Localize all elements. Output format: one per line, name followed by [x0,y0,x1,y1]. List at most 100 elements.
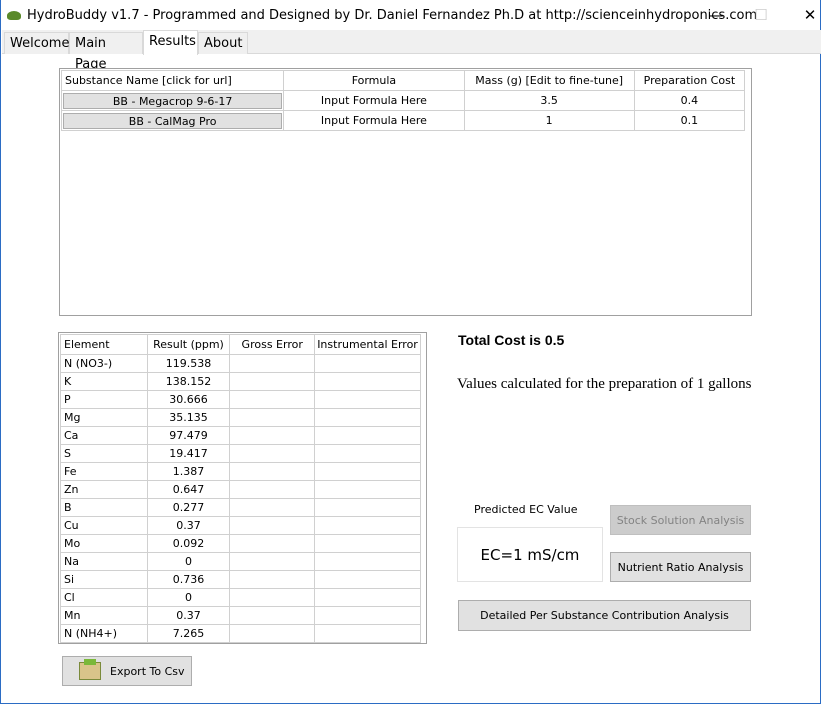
instrumental-error-cell [314,534,421,553]
element-row: Cl 0 [60,588,421,607]
export-box-icon [79,659,101,680]
gross-error-cell [229,444,316,463]
element-name-cell: Mn [60,606,148,625]
element-result-cell: 0.277 [146,498,231,517]
element-row: Si 0.736 [60,570,421,589]
element-row: Mg 35.135 [60,408,421,427]
instrumental-error-cell [314,570,421,589]
element-row: N (NH4+) 7.265 [60,624,421,643]
element-name-cell: Mg [60,408,148,427]
mass-cell[interactable]: 1 [463,110,635,131]
instrumental-error-cell [314,462,421,481]
instrumental-error-cell [314,408,421,427]
app-logo-icon [7,10,21,20]
gross-error-cell [229,426,316,445]
element-name-cell: N (NH4+) [60,624,148,643]
instrumental-error-cell [314,444,421,463]
ec-label: Predicted EC Value [474,503,578,516]
element-row: Mn 0.37 [60,606,421,625]
element-name-cell: P [60,390,148,409]
gross-error-cell [229,354,316,373]
cost-cell: 0.1 [633,110,746,131]
values-note: Values calculated for the preparation of… [457,376,752,392]
element-name-cell: Na [60,552,148,571]
substances-grid[interactable]: Substance Name [click for url] Formula M… [59,68,752,316]
gross-error-cell [229,606,316,625]
tab-bar: Welcome Main Page Results About [2,30,821,72]
element-row: Ca 97.479 [60,426,421,445]
element-name-cell: Cu [60,516,148,535]
stock-solution-analysis-button[interactable]: Stock Solution Analysis [610,505,751,535]
element-result-cell: 119.538 [146,354,231,373]
mass-cell[interactable]: 3.5 [463,90,635,111]
substance-link-button[interactable]: BB - CalMag Pro [63,112,283,129]
col-cost[interactable]: Preparation Cost [633,70,746,91]
nutrient-ratio-analysis-button[interactable]: Nutrient Ratio Analysis [610,552,751,582]
element-name-cell: Fe [60,462,148,481]
element-name-cell: N (NO3-) [60,354,148,373]
element-row: Na 0 [60,552,421,571]
gross-error-cell [229,588,316,607]
instrumental-error-cell [314,390,421,409]
element-result-cell: 0.37 [146,606,231,625]
gross-error-cell [229,372,316,391]
instrumental-error-cell [314,552,421,571]
minimize-button[interactable]: — [701,4,731,26]
element-name-cell: Si [60,570,148,589]
element-row: K 138.152 [60,372,421,391]
col-instrumental-error[interactable]: Instrumental Error [314,334,421,355]
cost-cell: 0.4 [633,90,746,111]
element-name-cell: K [60,372,148,391]
instrumental-error-cell [314,426,421,445]
element-name-cell: Zn [60,480,148,499]
instrumental-error-cell [314,372,421,391]
element-result-cell: 97.479 [146,426,231,445]
gross-error-cell [229,552,316,571]
elements-grid[interactable]: Element Result (ppm) Gross Error Instrum… [58,332,427,644]
tab-main-page[interactable]: Main Page [69,32,143,72]
instrumental-error-cell [314,606,421,625]
col-formula[interactable]: Formula [283,70,465,91]
export-csv-button[interactable]: Export To Csv [62,656,192,686]
element-name-cell: B [60,498,148,517]
substance-link-button[interactable]: BB - Megacrop 9-6-17 [63,92,283,109]
element-row: B 0.277 [60,498,421,517]
element-row: S 19.417 [60,444,421,463]
tab-welcome[interactable]: Welcome [4,32,69,54]
maximize-button[interactable]: ☐ [746,4,776,26]
element-result-cell: 30.666 [146,390,231,409]
element-result-cell: 1.387 [146,462,231,481]
instrumental-error-cell [314,516,421,535]
element-result-cell: 138.152 [146,372,231,391]
formula-cell[interactable]: Input Formula Here [283,90,465,111]
close-button[interactable]: ✕ [795,4,821,26]
total-cost: Total Cost is 0.5 [458,332,565,348]
element-result-cell: 0.092 [146,534,231,553]
col-element[interactable]: Element [60,334,148,355]
gross-error-cell [229,624,316,643]
element-result-cell: 35.135 [146,408,231,427]
tab-results[interactable]: Results [143,30,198,55]
element-name-cell: Mo [60,534,148,553]
col-result[interactable]: Result (ppm) [146,334,231,355]
formula-cell[interactable]: Input Formula Here [283,110,465,131]
instrumental-error-cell [314,480,421,499]
gross-error-cell [229,570,316,589]
element-name-cell: S [60,444,148,463]
element-result-cell: 0 [146,552,231,571]
element-row: Mo 0.092 [60,534,421,553]
tab-about[interactable]: About [198,32,248,54]
gross-error-cell [229,480,316,499]
gross-error-cell [229,516,316,535]
instrumental-error-cell [314,498,421,517]
substance-row: BB - CalMag Pro Input Formula Here 1 0.1 [60,110,746,131]
element-result-cell: 0.37 [146,516,231,535]
detailed-contribution-analysis-button[interactable]: Detailed Per Substance Contribution Anal… [458,600,751,631]
element-row: N (NO3-) 119.538 [60,354,421,373]
col-substance-name[interactable]: Substance Name [click for url] [60,70,285,91]
element-result-cell: 0.736 [146,570,231,589]
col-gross-error[interactable]: Gross Error [229,334,316,355]
element-row: P 30.666 [60,390,421,409]
gross-error-cell [229,390,316,409]
col-mass[interactable]: Mass (g) [Edit to fine-tune] [463,70,635,91]
